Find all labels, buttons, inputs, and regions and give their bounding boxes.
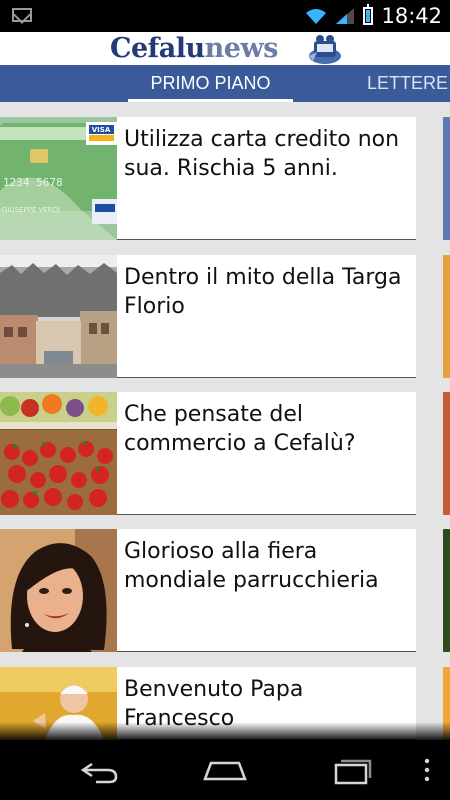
- app-header: Cefalunews: [0, 32, 450, 65]
- card-number-text: 1234 5678: [3, 176, 63, 189]
- status-bar: 18:42: [0, 0, 450, 32]
- back-icon[interactable]: [78, 755, 122, 785]
- tab-lettere[interactable]: LETTERE: [367, 65, 448, 102]
- logo-accent-text: news: [204, 33, 279, 64]
- menu-icon[interactable]: [422, 755, 432, 785]
- article-title: Glorioso alla fiera mondiale parrucchier…: [124, 539, 379, 593]
- next-page-peek: [443, 529, 450, 652]
- article-title: Che pensate del commercio a Cefalù?: [124, 402, 356, 456]
- article-card[interactable]: VISA 1234 5678 GIUSEPPE VERDI Utilizza c…: [0, 117, 416, 240]
- street-scene-thumbnail: [0, 255, 117, 378]
- article-title: Utilizza carta credito non sua. Rischia …: [124, 127, 400, 181]
- card-name-text: GIUSEPPE VERDI: [2, 206, 60, 214]
- article-title: Dentro il mito della Targa Florio: [124, 265, 402, 319]
- next-page-peek: [443, 392, 450, 515]
- fruit-market-thumbnail: [0, 392, 117, 515]
- home-icon[interactable]: [201, 755, 249, 785]
- next-page-peek: [443, 117, 450, 240]
- wifi-icon: [306, 9, 327, 24]
- battery-icon: [363, 4, 374, 25]
- gmail-icon: [12, 8, 32, 22]
- next-page-peek: [443, 255, 450, 378]
- article-card[interactable]: Dentro il mito della Targa Florio: [0, 255, 416, 378]
- article-card[interactable]: Che pensate del commercio a Cefalù?: [0, 392, 416, 515]
- app-logo[interactable]: Cefalunews: [110, 32, 278, 65]
- status-right: 18:42: [305, 0, 442, 32]
- article-card[interactable]: Glorioso alla fiera mondiale parrucchier…: [0, 529, 416, 652]
- credit-card-thumbnail: VISA 1234 5678 GIUSEPPE VERDI: [0, 117, 117, 240]
- recent-apps-icon[interactable]: [329, 755, 377, 785]
- article-list[interactable]: VISA 1234 5678 GIUSEPPE VERDI Utilizza c…: [0, 102, 450, 740]
- newspaper-mascot-icon: [309, 35, 341, 64]
- logo-main-text: Cefalu: [110, 33, 205, 64]
- status-clock: 18:42: [381, 4, 442, 28]
- signal-icon: [336, 8, 355, 24]
- tab-primo-piano[interactable]: PRIMO PIANO: [128, 65, 293, 102]
- section-tabs: PRIMO PIANO LETTERE: [0, 65, 450, 102]
- card-brand-text: VISA: [92, 126, 111, 134]
- woman-portrait-thumbnail: [0, 529, 117, 652]
- system-navigation-bar: [0, 740, 450, 800]
- list-bottom-fade: [0, 722, 450, 740]
